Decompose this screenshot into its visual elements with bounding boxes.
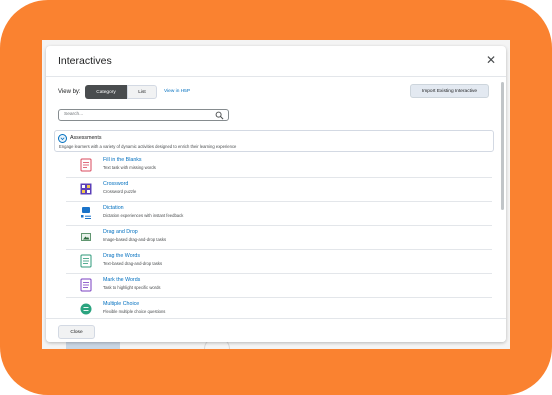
item-description: Flexible multiple choice questions	[103, 309, 166, 314]
item-name[interactable]: Drag the Words	[103, 253, 140, 259]
item-description: Crossword puzzle	[103, 189, 137, 194]
search-icon[interactable]	[215, 111, 224, 120]
view-by-label: View by:	[58, 89, 81, 95]
item-name[interactable]: Crossword	[103, 181, 128, 187]
list-item[interactable]: Multiple Choice Flexible multiple choice…	[66, 297, 492, 316]
tab-category[interactable]: Category	[85, 85, 127, 99]
item-description: Task to highlight specific words	[103, 285, 161, 290]
item-description: Text-based drag-and-drop tasks	[103, 261, 163, 266]
crossword-icon	[80, 183, 92, 195]
dictation-icon	[81, 207, 91, 219]
list-item[interactable]: Dictation Dictation experiences with ins…	[66, 201, 492, 226]
dialog-title: Interactives	[58, 55, 112, 67]
scrollbar[interactable]	[501, 82, 504, 210]
interactives-list: Assessments Engage learners with a varie…	[54, 130, 494, 316]
close-button[interactable]: Close	[58, 325, 95, 339]
item-name[interactable]: Mark the Words	[103, 277, 140, 283]
view-in-h5p-link[interactable]: View in H5P	[164, 89, 190, 94]
list-item[interactable]: Fill in the Blanks Text task with missin…	[66, 153, 492, 178]
category-assessments[interactable]: Assessments Engage learners with a varie…	[54, 130, 494, 152]
item-name[interactable]: Fill in the Blanks	[103, 157, 142, 163]
category-name: Assessments	[70, 135, 102, 141]
dialog-header: Interactives ✕	[46, 46, 506, 77]
import-existing-interactive-button[interactable]: Import Existing Interactive	[410, 84, 489, 98]
item-description: Dictation experiences with instant feedb…	[103, 213, 184, 218]
interactives-dialog: Interactives ✕ View by: Category List Vi…	[46, 46, 506, 342]
list-item[interactable]: Drag the Words Text-based drag-and-drop …	[66, 249, 492, 274]
category-description: Engage learners with a variety of dynami…	[59, 144, 237, 149]
item-name[interactable]: Dictation	[103, 205, 124, 211]
list-item[interactable]: Mark the Words Task to highlight specifi…	[66, 273, 492, 298]
screen: Interactives ✕ View by: Category List Vi…	[42, 40, 510, 349]
item-description: Image-based drag-and-drop tasks	[103, 237, 167, 242]
list-item[interactable]: Crossword Crossword puzzle	[66, 177, 492, 202]
mark-the-words-icon	[80, 278, 92, 292]
search-placeholder: Search...	[64, 112, 84, 117]
search-input[interactable]: Search...	[58, 109, 229, 121]
dialog-footer: Close	[46, 318, 506, 342]
view-toolbar: View by: Category List View in H5P Impor…	[46, 84, 506, 102]
chevron-down-icon[interactable]	[58, 134, 67, 143]
close-icon[interactable]: ✕	[486, 54, 496, 66]
list-item[interactable]: Drag and Drop Image-based drag-and-drop …	[66, 225, 492, 250]
fill-in-the-blanks-icon	[80, 158, 92, 172]
drag-the-words-icon	[80, 254, 92, 268]
device-frame: Interactives ✕ View by: Category List Vi…	[0, 0, 552, 395]
item-name[interactable]: Multiple Choice	[103, 301, 139, 307]
item-name[interactable]: Drag and Drop	[103, 229, 138, 235]
multiple-choice-icon	[80, 303, 92, 315]
tab-list[interactable]: List	[127, 85, 157, 99]
drag-and-drop-icon	[81, 233, 91, 241]
item-description: Text task with missing words	[103, 165, 156, 170]
